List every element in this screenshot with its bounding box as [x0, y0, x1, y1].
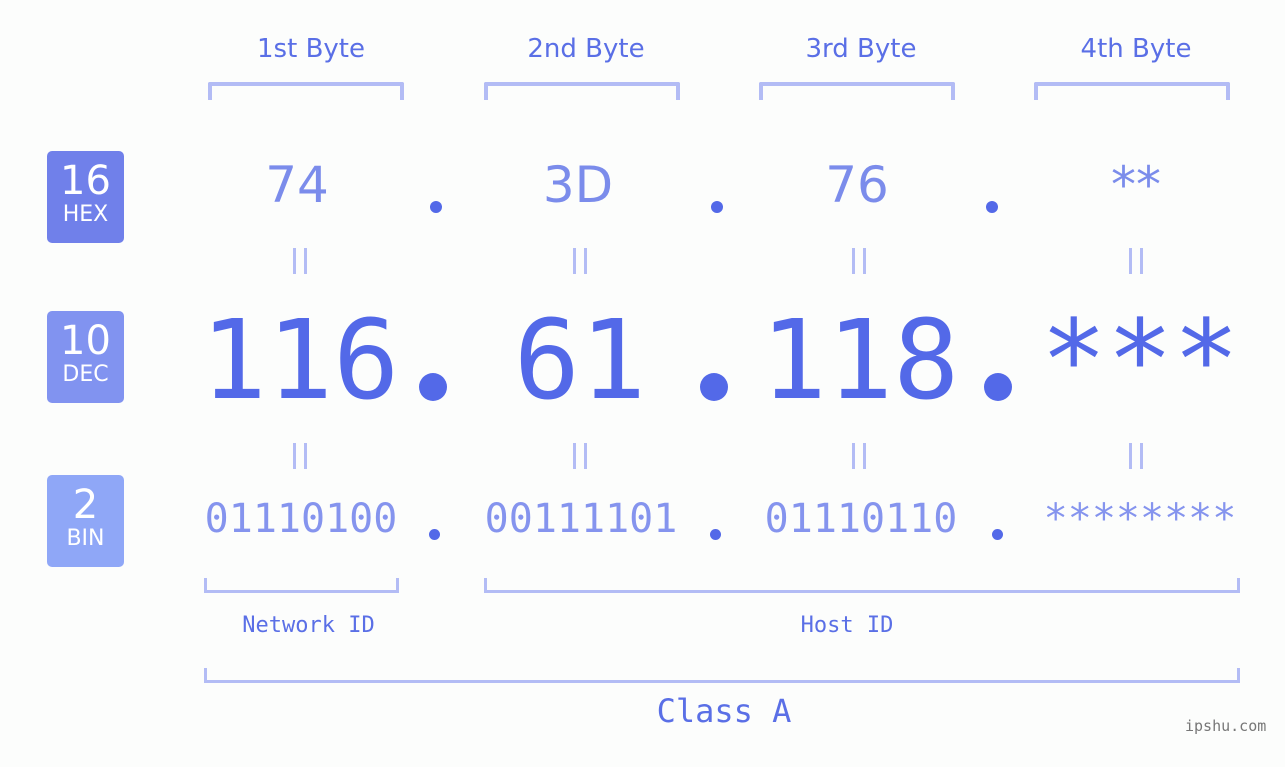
equals-icon [280, 247, 320, 282]
bin-badge: 2 BIN [47, 475, 124, 567]
hex-separator-3 [986, 201, 998, 213]
byte-bracket-4 [1034, 82, 1230, 100]
hex-base: 16 [60, 158, 111, 204]
hex-label: HEX [62, 202, 109, 227]
hex-separator-2 [711, 201, 723, 213]
equals-icon [1116, 247, 1156, 282]
byte-header-4: 4th Byte [1080, 34, 1192, 64]
equals-icon [560, 247, 600, 282]
dec-byte-4: *** [1040, 296, 1240, 424]
byte-header-1: 1st Byte [257, 34, 365, 64]
dec-label: DEC [62, 362, 109, 387]
dec-base: 10 [60, 318, 111, 364]
bin-byte-3: 01110110 [764, 496, 958, 542]
network-id-bracket [204, 578, 399, 593]
host-id-label: Host ID [800, 613, 894, 638]
byte-header-3: 3rd Byte [805, 34, 917, 64]
dec-byte-2: 61 [513, 296, 647, 424]
bin-byte-4: ******** [1043, 496, 1237, 542]
hex-byte-4: ** [1111, 156, 1161, 214]
bin-separator-2 [710, 529, 721, 540]
byte-bracket-1 [208, 82, 404, 100]
hex-byte-2: 3D [542, 156, 614, 214]
host-id-bracket [484, 578, 1240, 593]
bin-byte-2: 00111101 [484, 496, 678, 542]
equals-icon [839, 247, 879, 282]
byte-header-2: 2nd Byte [527, 34, 645, 64]
class-bracket [204, 668, 1240, 683]
hex-badge: 16 HEX [47, 151, 124, 243]
dec-badge: 10 DEC [47, 311, 124, 403]
bin-label: BIN [66, 526, 105, 551]
equals-icon [839, 442, 879, 477]
equals-icon [1116, 442, 1156, 477]
equals-icon [560, 442, 600, 477]
network-id-label: Network ID [242, 613, 375, 638]
dec-separator-2 [700, 373, 728, 401]
class-label: Class A [656, 692, 792, 730]
byte-bracket-3 [759, 82, 955, 100]
dec-separator-1 [419, 373, 447, 401]
bin-byte-1: 01110100 [204, 496, 398, 542]
dec-byte-1: 116 [200, 296, 400, 424]
bin-separator-3 [992, 529, 1003, 540]
hex-separator-1 [430, 201, 442, 213]
bin-separator-1 [429, 529, 440, 540]
brand-watermark: ipshu.com [1185, 717, 1267, 735]
hex-byte-3: 76 [825, 156, 889, 214]
dec-separator-3 [984, 373, 1012, 401]
byte-bracket-2 [484, 82, 680, 100]
dec-byte-3: 118 [760, 296, 960, 424]
hex-byte-1: 74 [265, 156, 329, 214]
bin-base: 2 [72, 482, 99, 528]
equals-icon [280, 442, 320, 477]
